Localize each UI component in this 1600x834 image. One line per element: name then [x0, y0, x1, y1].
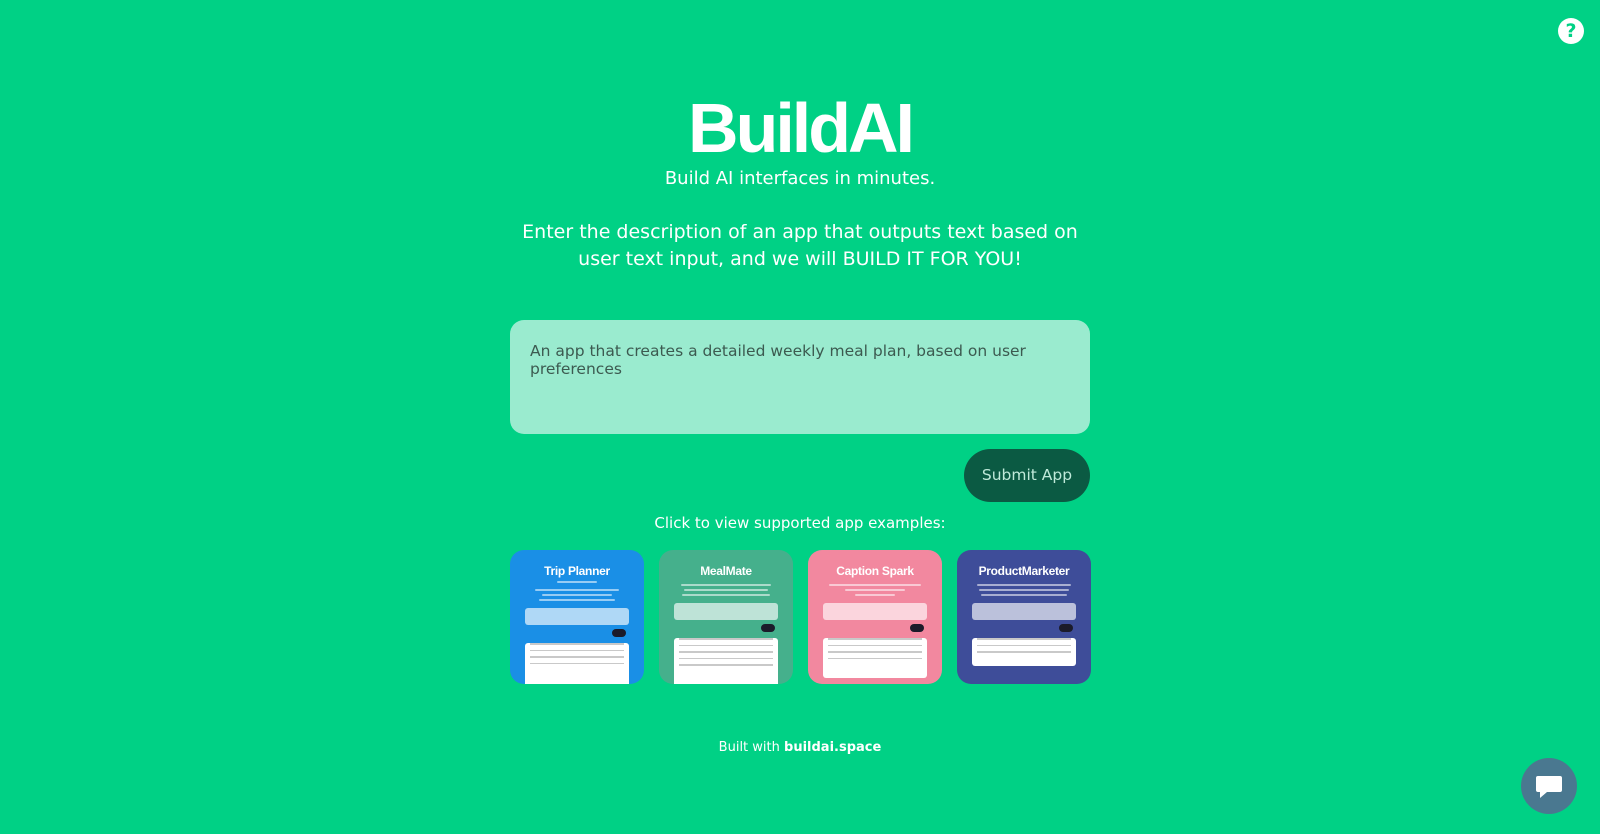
chat-button[interactable]	[1521, 758, 1577, 814]
example-card-mealmate[interactable]: MealMate	[659, 550, 793, 684]
help-icon[interactable]: ?	[1558, 18, 1584, 44]
footer-link[interactable]: buildai.space	[784, 740, 881, 755]
example-card-caption-spark[interactable]: Caption Spark	[808, 550, 942, 684]
app-description-input[interactable]: An app that creates a detailed weekly me…	[510, 320, 1090, 434]
example-cards: Trip Planner MealMate Caption Spark Prod…	[510, 550, 1091, 684]
card-title: MealMate	[700, 564, 752, 578]
card-title: ProductMarketer	[978, 564, 1070, 578]
footer: Built with buildai.space	[0, 739, 1600, 757]
card-title: Trip Planner	[544, 564, 610, 578]
tagline: Build AI interfaces in minutes.	[664, 168, 936, 189]
chat-bubble-icon	[1536, 776, 1562, 798]
submit-app-button[interactable]: Submit App	[964, 449, 1090, 502]
logo: BuildAI	[688, 89, 915, 167]
example-card-productmarketer[interactable]: ProductMarketer	[957, 550, 1091, 684]
card-title: Caption Spark	[836, 564, 914, 578]
description: Enter the description of an app that out…	[522, 221, 1078, 270]
examples-label: Click to view supported app examples:	[654, 514, 946, 532]
example-card-trip-planner[interactable]: Trip Planner	[510, 550, 644, 684]
footer-prefix: Built with	[718, 740, 780, 755]
